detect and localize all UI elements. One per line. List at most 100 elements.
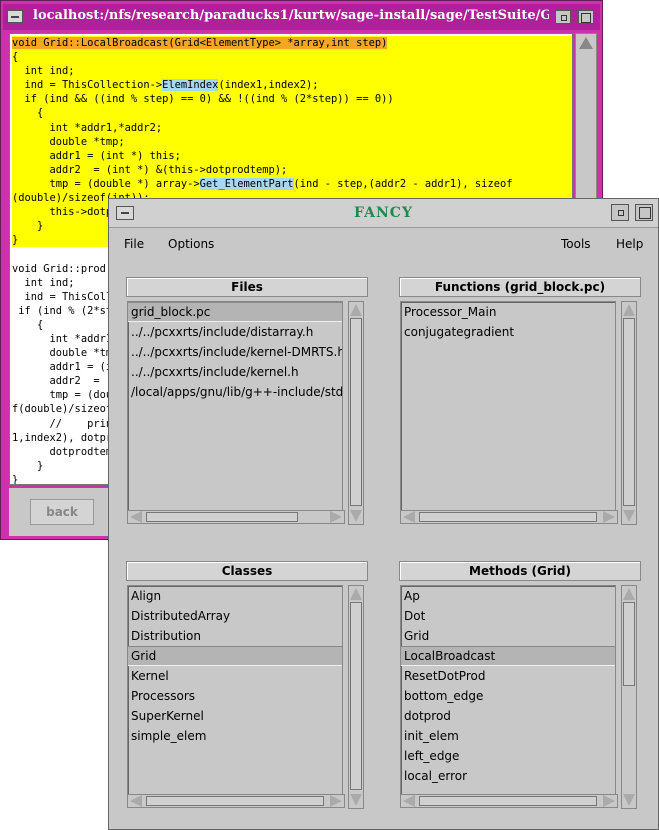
scrollbar-thumb[interactable]	[146, 512, 298, 522]
scroll-right-arrow-icon[interactable]	[330, 795, 342, 807]
functions-vertical-scrollbar[interactable]	[621, 301, 637, 525]
scroll-down-arrow-icon[interactable]	[623, 794, 635, 806]
list-item[interactable]: LocalBroadcast	[401, 646, 615, 666]
list-item[interactable]: Dot	[401, 606, 615, 626]
code-text: int ind;	[12, 276, 75, 289]
methods-horizontal-scrollbar[interactable]	[400, 794, 618, 808]
scroll-left-arrow-icon[interactable]	[403, 511, 415, 523]
code-line: {	[12, 50, 572, 65]
code-link[interactable]: ElemIndex	[162, 79, 219, 92]
code-text: (index1,index2);	[218, 79, 319, 92]
classes-list[interactable]: Align DistributedArray Distribution Grid Ker…	[127, 585, 343, 796]
list-item[interactable]: conjugategradient	[401, 322, 615, 342]
scroll-up-arrow-icon[interactable]	[579, 37, 593, 49]
code-line: tmp = (double *) array->Get_ElementPart(…	[12, 176, 572, 192]
code-text: tmp = (double *) array->	[12, 177, 200, 190]
scrollbar-thumb[interactable]	[419, 512, 597, 522]
list-item[interactable]: Processor_Main	[401, 302, 615, 322]
classes-panel-title: Classes	[126, 561, 368, 581]
list-item[interactable]: ../../pcxxrts/include/distarray.h	[128, 322, 342, 342]
code-text: if (ind && ((ind % step) == 0) && !((ind…	[12, 93, 394, 106]
code-line: double *tmp;	[12, 134, 572, 149]
maximize-button[interactable]	[635, 204, 653, 221]
maximize-button[interactable]	[578, 10, 594, 24]
scrollbar-thumb[interactable]	[623, 602, 635, 686]
methods-vertical-scrollbar[interactable]	[621, 585, 637, 809]
menu-help[interactable]: Help	[616, 237, 643, 251]
code-line: {	[12, 106, 572, 121]
list-item[interactable]: Align	[128, 586, 342, 606]
minimize-button[interactable]	[555, 10, 571, 24]
list-item[interactable]: Ap	[401, 586, 615, 606]
code-text: {	[12, 107, 44, 120]
fancy-titlebar[interactable]: FANCY	[109, 199, 658, 228]
files-horizontal-scrollbar[interactable]	[127, 510, 345, 524]
list-item[interactable]: ResetDotProd	[401, 666, 615, 686]
code-text: }	[12, 473, 19, 485]
scrollbar-thumb[interactable]	[623, 318, 635, 506]
code-text: double *tmp;	[12, 135, 125, 148]
methods-list[interactable]: Ap Dot Grid LocalBroadcast ResetDotProd botto…	[400, 585, 616, 796]
scrollbar-thumb[interactable]	[350, 602, 362, 790]
list-item[interactable]: /local/apps/gnu/lib/g++-include/std/cs	[128, 382, 342, 402]
list-item[interactable]: grid_block.pc	[128, 302, 342, 322]
classes-vertical-scrollbar[interactable]	[348, 585, 364, 809]
code-line: addr1 = (int *) this;	[12, 148, 572, 163]
code-text: ind = ThisCollection->	[12, 79, 163, 92]
list-item[interactable]: init_elem	[401, 726, 615, 746]
classes-horizontal-scrollbar[interactable]	[127, 794, 345, 808]
scrollbar-thumb[interactable]	[419, 796, 597, 806]
scroll-left-arrow-icon[interactable]	[130, 511, 142, 523]
list-item[interactable]: Grid	[128, 646, 342, 666]
menu-options[interactable]: Options	[168, 237, 214, 251]
scroll-left-arrow-icon[interactable]	[130, 795, 142, 807]
code-link[interactable]: Get_ElementPart	[199, 177, 294, 190]
code-text: {	[12, 318, 44, 331]
scroll-up-arrow-icon[interactable]	[623, 588, 635, 600]
list-item[interactable]: simple_elem	[128, 726, 342, 746]
menu-tools[interactable]: Tools	[561, 237, 591, 251]
back-button[interactable]: back	[30, 499, 94, 525]
code-text: addr2 = (int *) &(this->dotprodtemp);	[12, 163, 288, 176]
browser-titlebar[interactable]: localhost:/nfs/research/paraducks1/kurtw…	[3, 4, 600, 30]
functions-list[interactable]: Processor_Main conjugategradient	[400, 301, 616, 512]
scroll-up-arrow-icon[interactable]	[623, 304, 635, 316]
scroll-down-arrow-icon[interactable]	[350, 794, 362, 806]
menu-file[interactable]: File	[124, 237, 144, 251]
files-list[interactable]: grid_block.pc ../../pcxxrts/include/dista…	[127, 301, 343, 512]
list-item[interactable]: bottom_edge	[401, 686, 615, 706]
scroll-down-arrow-icon[interactable]	[623, 510, 635, 522]
list-item[interactable]: dotprod	[401, 706, 615, 726]
list-item[interactable]: left_edge	[401, 746, 615, 766]
scroll-up-arrow-icon[interactable]	[350, 588, 362, 600]
scroll-up-arrow-icon[interactable]	[350, 304, 362, 316]
scroll-down-arrow-icon[interactable]	[350, 510, 362, 522]
list-item[interactable]: ../../pcxxrts/include/kernel-DMRTS.h	[128, 342, 342, 362]
fancy-window: FANCY File Options Tools Help Files grid…	[108, 198, 659, 830]
minimize-button[interactable]	[611, 204, 629, 221]
scroll-right-arrow-icon[interactable]	[603, 795, 615, 807]
code-text: {	[12, 51, 19, 64]
list-item[interactable]: SuperKernel	[128, 706, 342, 726]
window-menu-button[interactable]	[7, 10, 23, 23]
functions-panel-title: Functions (grid_block.pc)	[399, 277, 641, 297]
list-item[interactable]: Distribution	[128, 626, 342, 646]
scroll-right-arrow-icon[interactable]	[330, 511, 342, 523]
list-item[interactable]: local_error	[401, 766, 615, 786]
code-line: void Grid::LocalBroadcast(Grid<ElementTy…	[12, 36, 572, 51]
list-item[interactable]: Kernel	[128, 666, 342, 686]
list-item[interactable]: Processors	[128, 686, 342, 706]
code-text: }	[12, 220, 44, 233]
list-item[interactable]: DistributedArray	[128, 606, 342, 626]
scroll-left-arrow-icon[interactable]	[403, 795, 415, 807]
list-item[interactable]: ../../pcxxrts/include/kernel.h	[128, 362, 342, 382]
code-text: }	[12, 234, 19, 247]
scrollbar-thumb[interactable]	[146, 796, 324, 806]
list-item[interactable]: Grid	[401, 626, 615, 646]
scrollbar-thumb[interactable]	[350, 318, 362, 506]
files-vertical-scrollbar[interactable]	[348, 301, 364, 525]
code-text: int *addr1,*addr2;	[12, 121, 163, 134]
code-line: ind = ThisCollection->ElemIndex(index1,i…	[12, 78, 572, 93]
functions-horizontal-scrollbar[interactable]	[400, 510, 618, 524]
scroll-right-arrow-icon[interactable]	[603, 511, 615, 523]
